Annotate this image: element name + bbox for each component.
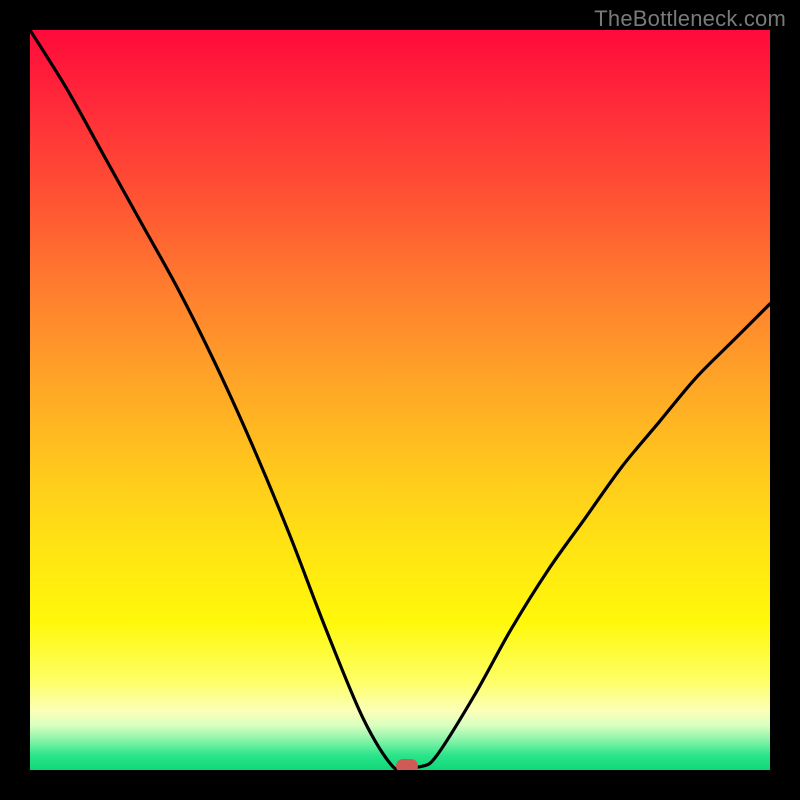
- bottleneck-curve: [30, 30, 770, 770]
- minimum-marker: [396, 759, 418, 770]
- plot-area: [30, 30, 770, 770]
- chart-frame: TheBottleneck.com: [0, 0, 800, 800]
- watermark-label: TheBottleneck.com: [594, 6, 786, 32]
